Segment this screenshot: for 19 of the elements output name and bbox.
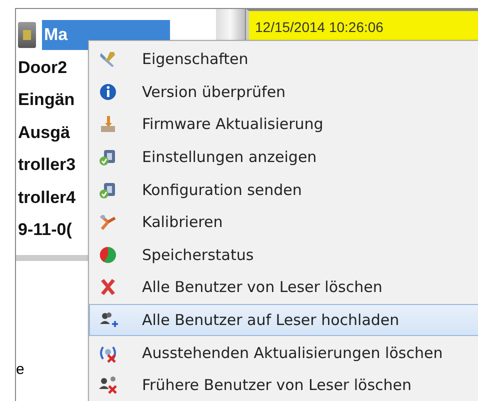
- menu-item[interactable]: Ausstehenden Aktualisierungen löschen: [89, 336, 478, 369]
- calibrate-icon: [98, 212, 118, 232]
- device-check-icon: [98, 147, 118, 168]
- menu-item[interactable]: Speicherstatus: [89, 238, 478, 272]
- menu-item[interactable]: Konfiguration senden: [89, 173, 478, 206]
- pie-icon: [98, 244, 118, 265]
- firmware-icon: [98, 114, 118, 134]
- menu-item[interactable]: Alle Benutzer von Leser löschen: [89, 271, 478, 304]
- menu-item[interactable]: Frühere Benutzer von Leser löschen: [89, 368, 478, 401]
- menu-item[interactable]: Kalibrieren: [89, 206, 478, 239]
- cross-icon: [98, 277, 118, 298]
- info-icon: [98, 82, 118, 102]
- tools-icon: [98, 49, 118, 70]
- users-cross-icon: [98, 375, 118, 396]
- menu-item[interactable]: Alle Benutzer auf Leser hochladen: [89, 304, 478, 336]
- menu-item[interactable]: Einstellungen anzeigen: [89, 140, 478, 174]
- text-fragment: e: [16, 360, 24, 378]
- device-icon: [18, 22, 36, 48]
- menu-item[interactable]: Firmware Aktualisierung: [89, 108, 478, 141]
